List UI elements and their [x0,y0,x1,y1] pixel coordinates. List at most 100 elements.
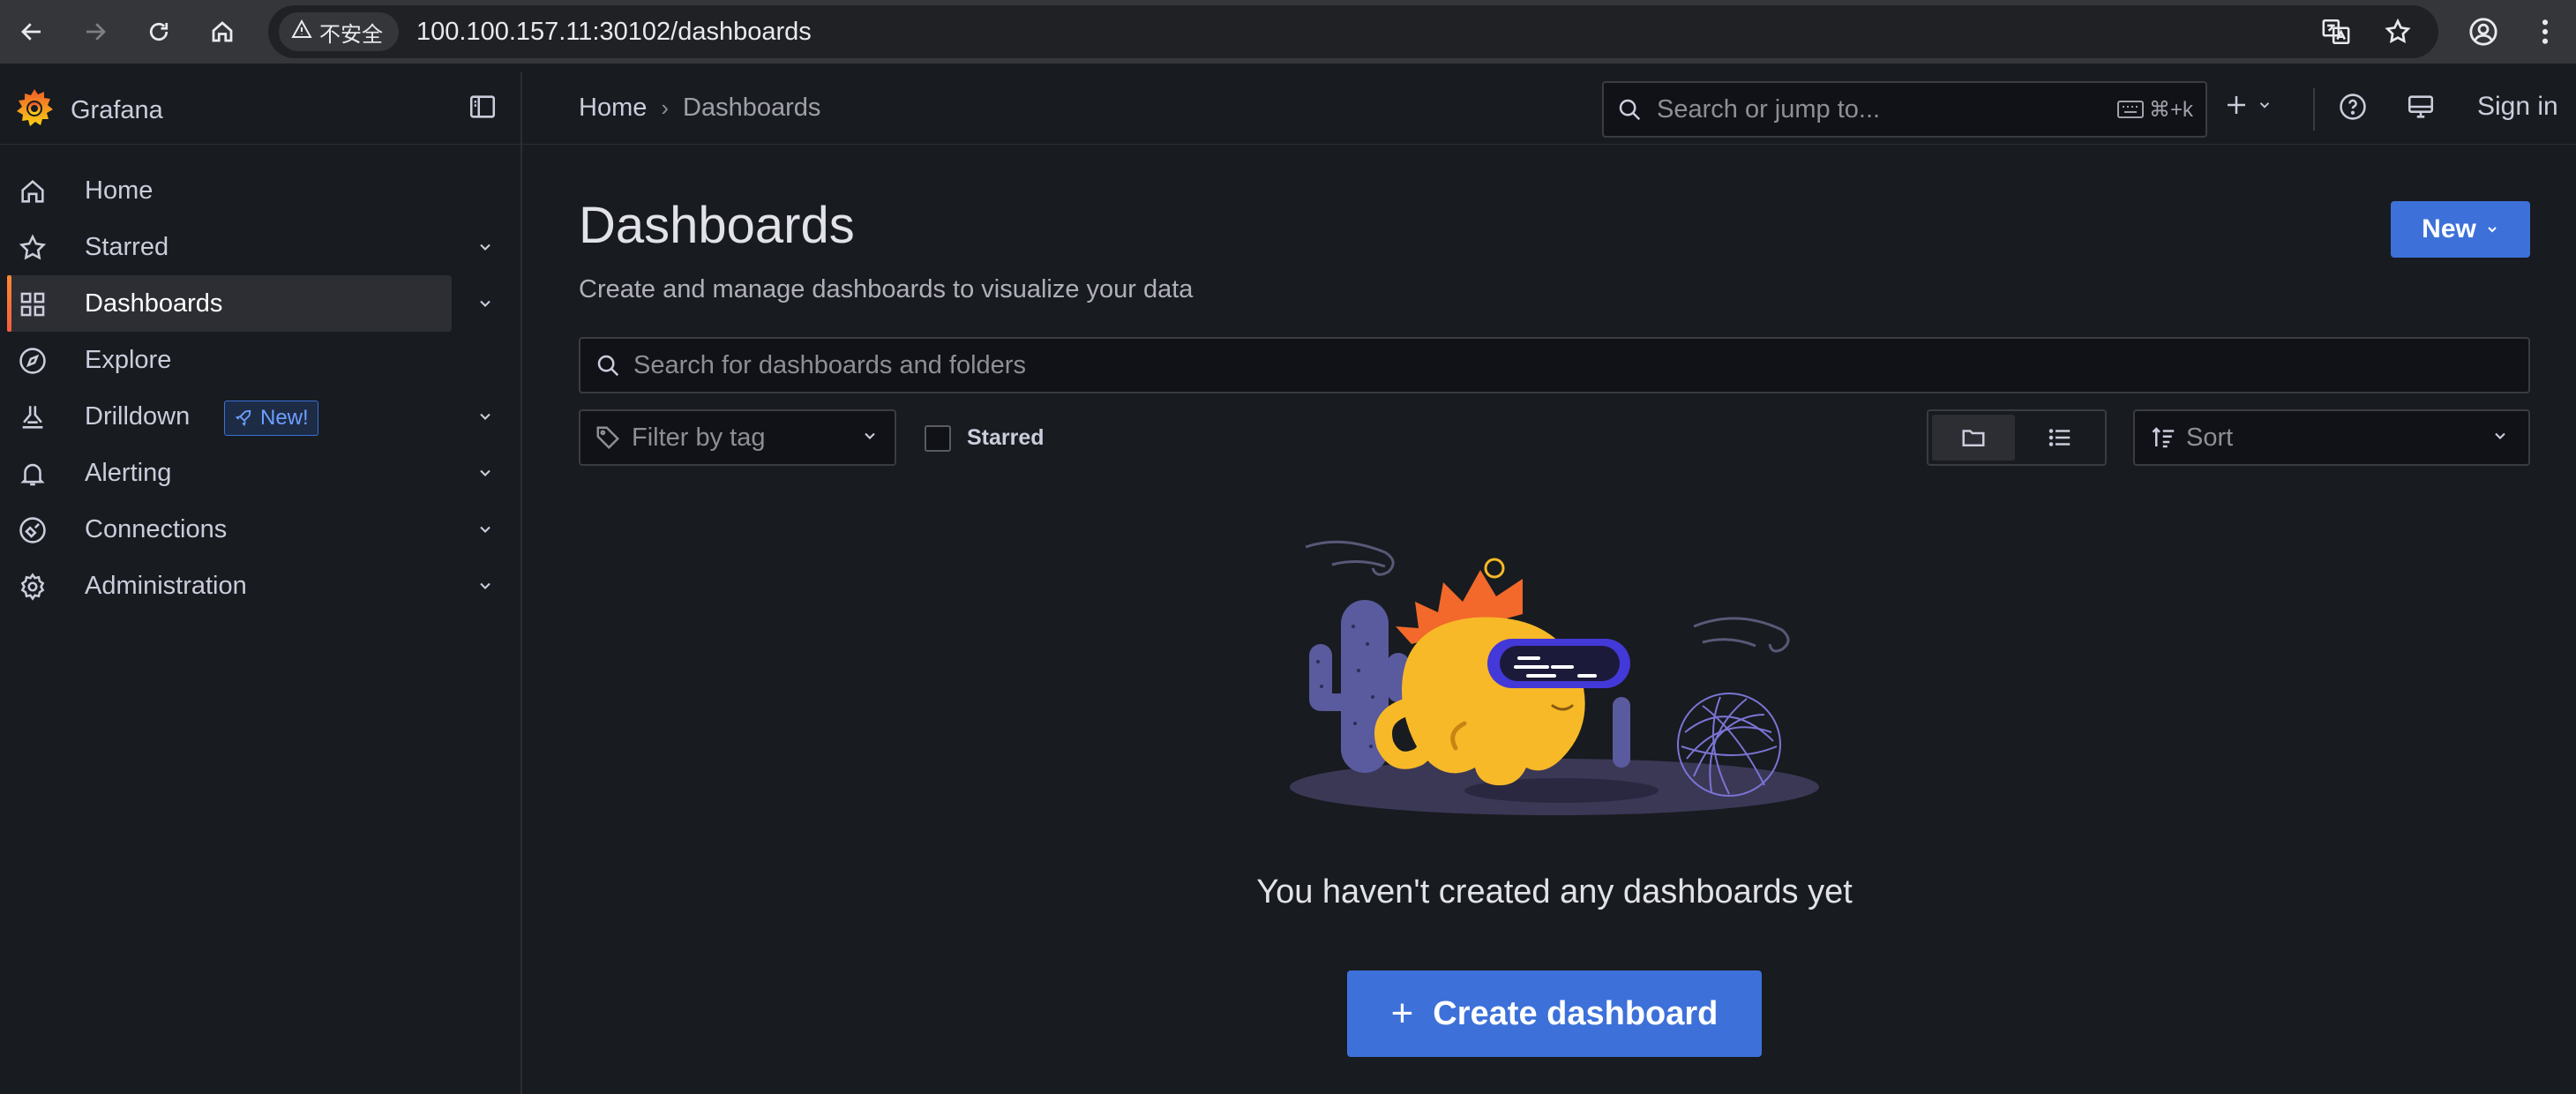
security-chip[interactable]: 不安全 [279,12,399,51]
shortcut-text: ⌘+k [2148,97,2193,122]
sort-select[interactable]: Sort [2133,409,2530,466]
rocket-icon [235,409,251,427]
browser-home-icon[interactable] [194,4,251,60]
connections-icon [18,515,48,545]
star-icon [18,233,48,263]
new-badge: New! [224,401,318,436]
grafana-logo-icon [14,86,55,135]
back-icon[interactable] [4,4,60,60]
chevron-down-icon [2491,427,2509,449]
chevron-down-icon[interactable] [476,464,494,486]
address-bar[interactable]: 不安全 100.100.157.11:30102/dashboards [268,5,2438,58]
badge-text: New! [260,406,309,430]
warning-icon [291,19,312,46]
sidebar-item-starred[interactable]: Starred [0,219,520,275]
translate-icon[interactable] [2317,12,2355,51]
breadcrumb-current: Dashboards [683,94,821,122]
new-button-label: New [2422,214,2476,244]
search-icon [1616,96,1643,123]
list-view-button[interactable] [2018,415,2101,461]
tag-filter-placeholder: Filter by tag [632,423,766,452]
page-title: Dashboards [579,197,855,254]
dashboard-search-input[interactable]: Search for dashboards and folders [579,337,2530,393]
sidebar-item-explore[interactable]: Explore [0,332,520,388]
breadcrumb-separator-icon: › [661,94,670,121]
drilldown-icon [18,402,48,432]
grafana-topbar: Grafana Home › Dashboards Search or jump… [0,72,2576,145]
dashboard-search-placeholder: Search for dashboards and folders [633,350,1026,379]
help-icon[interactable] [2338,92,2368,126]
sidebar-item-connections[interactable]: Connections [0,501,520,558]
home-icon [18,176,48,206]
compass-icon [18,346,48,376]
sign-in-link[interactable]: Sign in [2477,92,2558,122]
kiosk-mode-icon[interactable] [2405,92,2437,126]
sidebar-item-administration[interactable]: Administration [0,558,520,614]
sidebar-item-label: Home [85,176,154,205]
bell-icon [18,459,48,489]
sidebar-item-label: Alerting [85,458,172,487]
sidebar-item-label: Connections [85,514,228,543]
add-menu-button[interactable] [2223,92,2273,118]
create-dashboard-label: Create dashboard [1433,994,1719,1032]
browser-toolbar: 不安全 100.100.157.11:30102/dashboards [0,0,2576,64]
security-label: 不安全 [319,22,383,47]
folder-view-button[interactable] [1932,415,2015,461]
url-text[interactable]: 100.100.157.11:30102/dashboards [416,18,812,47]
sidebar-item-dashboards[interactable]: Dashboards [0,275,520,332]
keyboard-icon [2116,101,2144,118]
apps-icon [18,289,48,319]
new-button[interactable]: New [2391,201,2530,258]
list-icon [2048,429,2071,446]
starred-checkbox-label[interactable]: Starred [967,425,1045,451]
plus-icon: + [1390,992,1414,1035]
sidebar-item-label: Starred [85,232,169,261]
brand-name: Grafana [71,96,163,124]
chevron-down-icon[interactable] [476,521,494,543]
tag-icon [595,424,621,451]
view-mode-toggle [1927,409,2107,466]
sidebar-item-drilldown[interactable]: Drilldown New! [0,388,520,445]
chevron-down-icon [861,427,879,449]
starred-checkbox[interactable] [925,425,951,452]
top-search-input[interactable]: Search or jump to... ⌘+k [1602,81,2207,138]
topbar-divider [2313,88,2315,131]
sort-placeholder: Sort [2186,423,2234,452]
empty-state-message: You haven't created any dashboards yet [1256,873,1853,910]
dock-menu-icon[interactable] [468,92,503,127]
breadcrumb: Home › Dashboards [579,94,820,123]
sidebar-item-label: Drilldown [85,401,191,431]
shortcut-hint: ⌘+k [2116,97,2193,123]
empty-state-illustration [1290,540,1819,815]
kebab-menu-icon[interactable] [2514,4,2576,60]
forward-icon[interactable] [67,4,124,60]
profile-icon[interactable] [2452,4,2514,60]
sidebar-item-label: Dashboards [85,288,223,318]
chevron-down-icon[interactable] [476,408,494,430]
sidebar-item-home[interactable]: Home [0,162,520,219]
active-item-background [7,275,452,332]
top-search-placeholder: Search or jump to... [1657,94,1881,124]
create-dashboard-button[interactable]: + Create dashboard [1347,970,1762,1057]
plus-icon [2228,96,2245,114]
chevron-down-icon [2488,227,2497,233]
sidebar-divider [520,72,522,1094]
reload-icon[interactable] [131,4,187,60]
search-icon [595,352,621,378]
bookmark-star-icon[interactable] [2378,12,2417,51]
chevron-down-icon[interactable] [476,295,494,317]
breadcrumb-home[interactable]: Home [579,94,647,123]
cog-icon [18,572,48,602]
tag-filter-select[interactable]: Filter by tag [579,409,896,466]
folder-icon [1962,430,1985,446]
active-item-indicator [7,275,11,332]
chevron-down-icon[interactable] [476,238,494,260]
chevron-down-icon[interactable] [476,577,494,599]
page-subtitle: Create and manage dashboards to visualiz… [579,275,1194,303]
sort-icon [2151,424,2177,451]
sidebar-item-label: Administration [85,571,247,600]
chevron-down-icon [2259,102,2270,109]
sidebar-item-label: Explore [85,345,172,374]
brand[interactable]: Grafana [14,86,163,135]
sidebar-item-alerting[interactable]: Alerting [0,445,520,501]
